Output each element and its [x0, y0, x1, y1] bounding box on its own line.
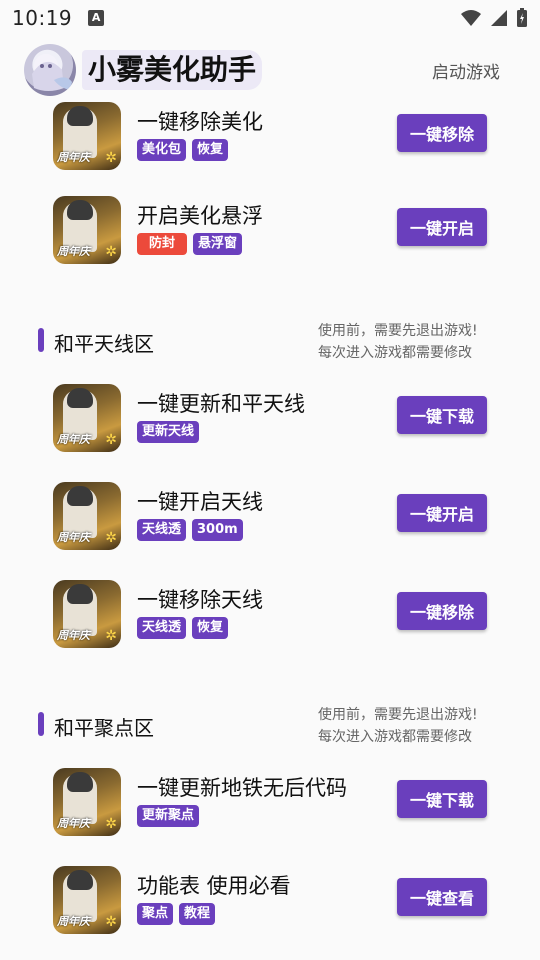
section-accent-bar — [38, 328, 44, 352]
tag: 美化包 — [137, 139, 187, 161]
list-item: 周年庆 ✲ 功能表 使用必看 聚点 教程 一键查看 — [0, 866, 540, 938]
status-time: 10:19 — [12, 6, 73, 30]
section-note-line: 使用前，需要先退出游戏! — [318, 707, 478, 723]
list-item: 周年庆 ✲ 一键更新和平天线 更新天线 一键下载 — [0, 384, 540, 456]
section-title: 和平天线区 — [54, 332, 154, 356]
tag-group: 美化包 恢复 — [137, 139, 229, 161]
view-guide-button[interactable]: 一键查看 — [397, 878, 487, 916]
tag: 更新聚点 — [137, 805, 200, 827]
section-header-antenna: 和平天线区 使用前，需要先退出游戏! 每次进入游戏都需要修改 — [0, 320, 540, 370]
notification-icon: A — [88, 10, 105, 26]
list-item: 周年庆 ✲ 一键移除天线 天线透 恢复 一键移除 — [0, 580, 540, 652]
game-icon: 周年庆 ✲ — [53, 866, 121, 934]
game-icon-badge: 周年庆 — [57, 151, 90, 164]
section-note: 使用前，需要先退出游戏! 每次进入游戏都需要修改 — [318, 320, 478, 364]
remove-antenna-button[interactable]: 一键移除 — [397, 592, 487, 630]
tag: 恢复 — [192, 617, 229, 639]
download-antenna-button[interactable]: 一键下载 — [397, 396, 487, 434]
tag-group: 更新天线 — [137, 421, 200, 443]
item-title: 一键更新和平天线 — [137, 392, 305, 416]
enable-float-button[interactable]: 一键开启 — [397, 208, 487, 246]
item-title: 一键移除美化 — [137, 110, 263, 134]
game-icon-badge: 周年庆 — [57, 531, 90, 544]
section-note-line: 每次进入游戏都需要修改 — [318, 345, 472, 361]
item-title: 开启美化悬浮 — [137, 204, 263, 228]
status-bar: 10:19 A — [0, 0, 540, 36]
remove-beautify-button[interactable]: 一键移除 — [397, 114, 487, 152]
tag-group: 防封 悬浮窗 — [137, 233, 243, 255]
app-header: 小雾美化助手 启动游戏 — [0, 40, 540, 100]
tag-group: 天线透 恢复 — [137, 617, 229, 639]
item-title: 一键开启天线 — [137, 490, 263, 514]
list-item: 周年庆 ✲ 一键移除美化 美化包 恢复 一键移除 — [0, 102, 540, 174]
item-title: 一键更新地铁无后代码 — [137, 776, 347, 800]
section-note: 使用前，需要先退出游戏! 每次进入游戏都需要修改 — [318, 704, 478, 748]
tag-group: 聚点 教程 — [137, 903, 216, 925]
item-title: 一键移除天线 — [137, 588, 263, 612]
list-item: 周年庆 ✲ 开启美化悬浮 防封 悬浮窗 一键开启 — [0, 196, 540, 268]
game-icon: 周年庆 ✲ — [53, 196, 121, 264]
game-icon: 周年庆 ✲ — [53, 384, 121, 452]
game-icon-badge: 周年庆 — [57, 915, 90, 928]
game-icon-badge: 周年庆 — [57, 817, 90, 830]
tag-group: 更新聚点 — [137, 805, 200, 827]
tag: 天线透 — [137, 617, 187, 639]
tag: 恢复 — [192, 139, 229, 161]
game-icon: 周年庆 ✲ — [53, 768, 121, 836]
tag: 更新天线 — [137, 421, 200, 443]
game-icon: 周年庆 ✲ — [53, 580, 121, 648]
tag-group: 天线透 300m — [137, 519, 243, 541]
game-icon: 周年庆 ✲ — [53, 102, 121, 170]
game-icon-badge: 周年庆 — [57, 433, 90, 446]
item-title: 功能表 使用必看 — [137, 874, 291, 898]
launch-game-button[interactable]: 启动游戏 — [432, 58, 500, 83]
section-title: 和平聚点区 — [54, 716, 154, 740]
list-item: 周年庆 ✲ 一键开启天线 天线透 300m 一键开启 — [0, 482, 540, 554]
game-icon: 周年庆 ✲ — [53, 482, 121, 550]
battery-icon — [517, 8, 527, 27]
tag: 悬浮窗 — [193, 233, 243, 255]
app-title-box: 小雾美化助手 — [82, 50, 263, 90]
status-indicators — [460, 8, 528, 28]
game-icon-badge: 周年庆 — [57, 245, 90, 258]
avatar[interactable] — [24, 44, 76, 96]
section-note-line: 使用前，需要先退出游戏! — [318, 323, 478, 339]
avatar-illustration — [32, 54, 72, 91]
game-icon-badge: 周年庆 — [57, 629, 90, 642]
signal-icon — [491, 10, 507, 26]
section-accent-bar — [38, 712, 44, 736]
app-title: 小雾美化助手 — [88, 53, 257, 86]
tag: 防封 — [137, 233, 188, 255]
enable-antenna-button[interactable]: 一键开启 — [397, 494, 487, 532]
tag: 300m — [192, 519, 243, 541]
wifi-icon — [461, 10, 481, 26]
section-note-line: 每次进入游戏都需要修改 — [318, 729, 472, 745]
feature-list[interactable]: 周年庆 ✲ 一键移除美化 美化包 恢复 一键移除 周年庆 ✲ 开启美化悬浮 防封 悬… — [0, 100, 540, 960]
tag: 聚点 — [137, 903, 174, 925]
tag: 天线透 — [137, 519, 187, 541]
tag: 教程 — [179, 903, 216, 925]
download-hotspot-button[interactable]: 一键下载 — [397, 780, 487, 818]
section-header-hotspot: 和平聚点区 使用前，需要先退出游戏! 每次进入游戏都需要修改 — [0, 704, 540, 754]
list-item: 周年庆 ✲ 一键更新地铁无后代码 更新聚点 一键下载 — [0, 768, 540, 840]
